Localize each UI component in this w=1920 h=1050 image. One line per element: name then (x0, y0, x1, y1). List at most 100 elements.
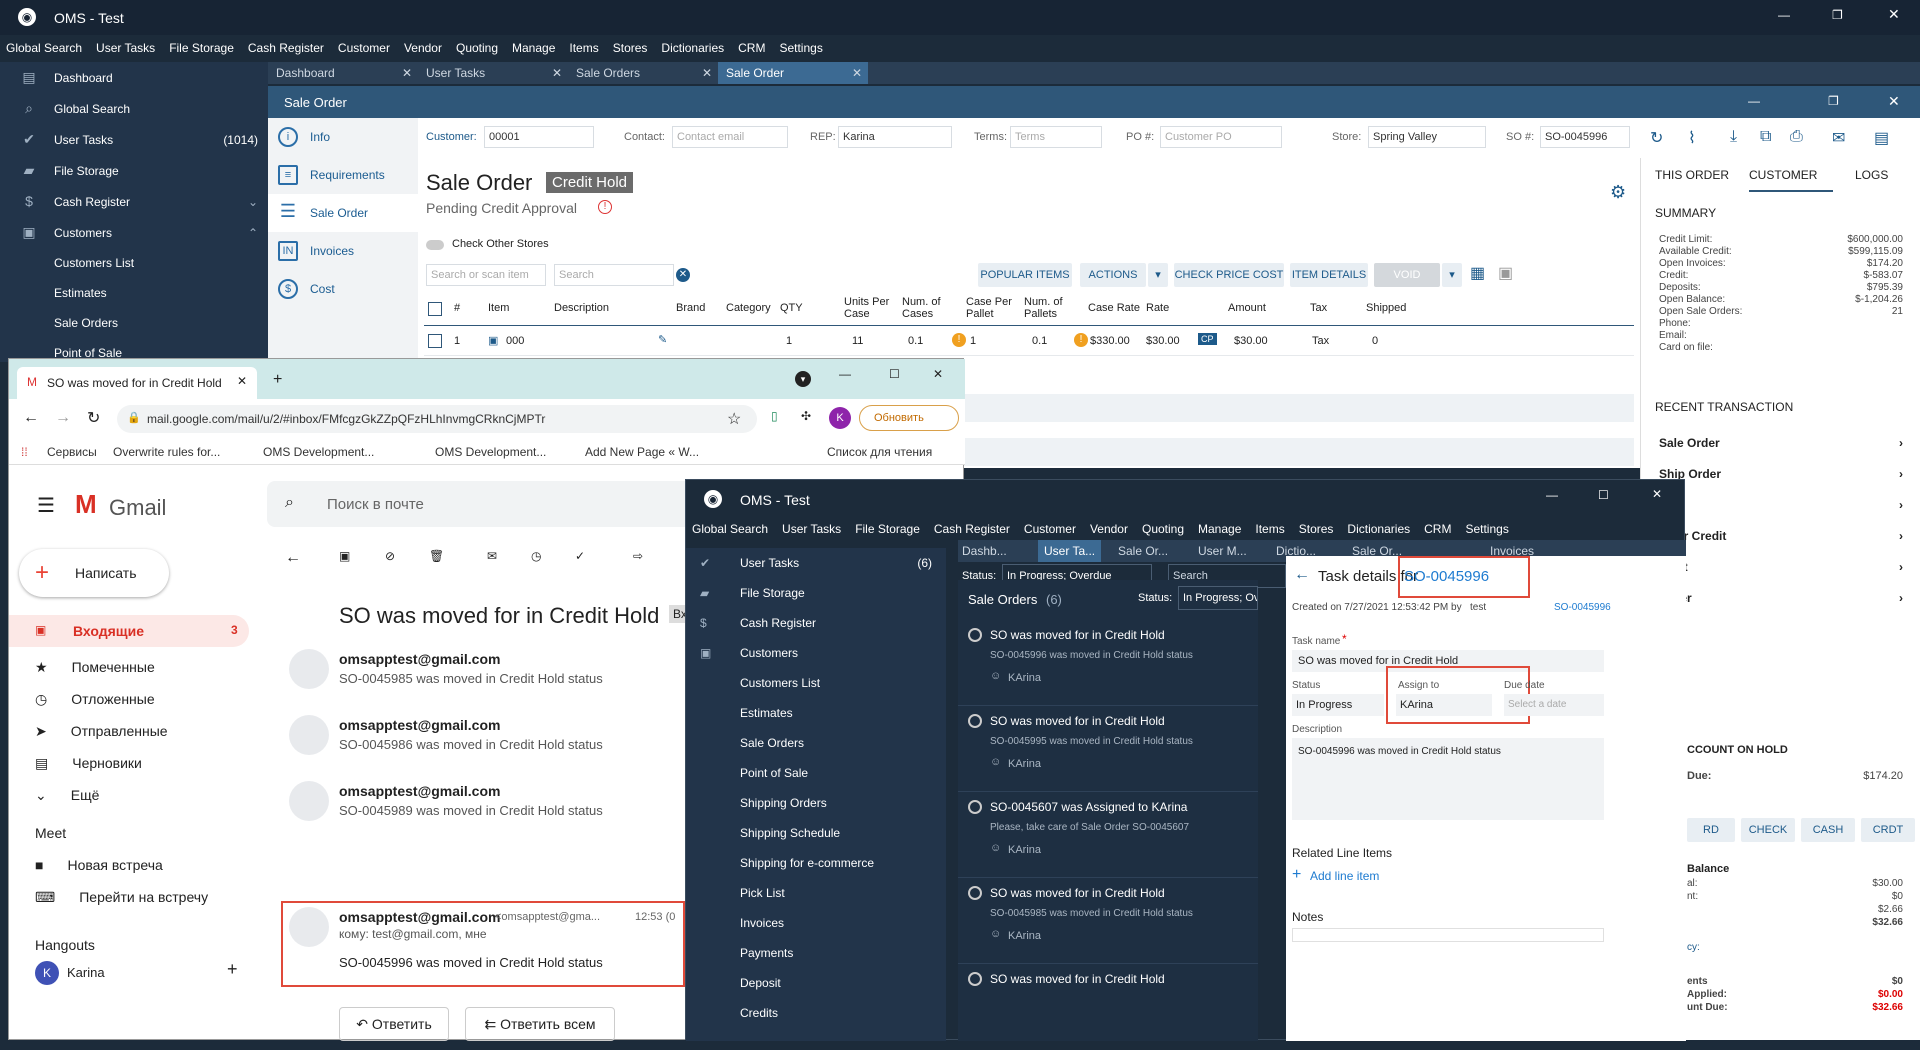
popular-items-button[interactable]: POPULAR ITEMS (978, 263, 1072, 287)
row-checkbox[interactable] (428, 334, 442, 348)
sidebar-item-user-tasks[interactable]: ✔ User Tasks (6) (686, 548, 946, 578)
menu-cash-register[interactable]: Cash Register (248, 41, 324, 55)
bookmark-star-icon[interactable]: ☆ (727, 409, 741, 429)
close-icon[interactable]: ✕ (702, 62, 712, 84)
task-complete-radio[interactable] (968, 972, 982, 986)
so-input[interactable]: SO-0045996 (1540, 126, 1630, 148)
menu-file-storage[interactable]: File Storage (169, 41, 234, 55)
menu-vendor[interactable]: Vendor (404, 41, 442, 55)
store-select[interactable]: Spring Valley (1368, 126, 1486, 148)
add-contact-icon[interactable]: + (227, 959, 238, 980)
menu-stores[interactable]: Stores (613, 41, 648, 55)
nav-sent[interactable]: ➤ Отправленные (35, 723, 168, 740)
close-icon[interactable]: ✕ (933, 367, 943, 381)
so-link[interactable]: SO-0045996 (1554, 602, 1611, 613)
task-item[interactable]: SO was moved for in Credit Hold SO-00459… (958, 620, 1258, 706)
tab-dashboard[interactable]: Dashb... (962, 544, 1007, 558)
menu-global-search[interactable]: Global Search (6, 41, 82, 55)
reply-button[interactable]: ↶ Ответить (339, 1007, 449, 1041)
rate[interactable]: $30.00 (1146, 335, 1180, 347)
close-icon[interactable]: ✕ (1888, 6, 1900, 23)
minimize-icon[interactable]: — (1778, 8, 1790, 22)
copy-icon[interactable]: ⧉ (1760, 128, 1771, 146)
task-item[interactable]: SO-0045607 was Assigned to KArina Please… (958, 792, 1258, 878)
pay-cash-button[interactable]: CASH (1801, 818, 1855, 842)
nav-cost[interactable]: $ Cost (268, 270, 418, 308)
reply-all-button[interactable]: ⇇ Ответить всем (465, 1007, 615, 1041)
bookmark-item[interactable]: OMS Development... (263, 445, 374, 459)
back-icon[interactable]: ← (1294, 566, 1310, 584)
bookmark-item[interactable]: Add New Page « W... (585, 445, 699, 459)
browser-tab[interactable]: M SO was moved for in Credit Hold ✕ (17, 367, 257, 399)
item-details-button[interactable]: ITEM DETAILS (1290, 263, 1368, 287)
rep-select[interactable]: Karina (838, 126, 952, 148)
delete-icon[interactable]: 🗑 (429, 549, 444, 563)
sidebar-sub-item[interactable]: Credits (686, 998, 946, 1028)
email-icon[interactable]: ✉ (1832, 128, 1845, 148)
menu-dictionaries[interactable]: Dictionaries (661, 41, 724, 55)
meet-new[interactable]: ■ Новая встреча (35, 857, 163, 873)
sidebar-sub-item[interactable]: Shipping Schedule (686, 818, 946, 848)
tab-user-tasks[interactable]: User Tasks ✕ (418, 62, 568, 84)
task-item[interactable]: SO was moved for in Credit Hold (958, 964, 1258, 1050)
sidebar-sub-item[interactable]: Pick List (686, 878, 946, 908)
tab-dashboard[interactable]: Dashboard ✕ (268, 62, 418, 84)
mark-unread-icon[interactable]: ✉ (487, 549, 497, 563)
snooze-icon[interactable]: ◷ (531, 549, 541, 563)
nav-requirements[interactable]: ≡ Requirements (268, 156, 418, 194)
nav-starred[interactable]: ★ Помеченные (35, 659, 155, 676)
menu-quoting[interactable]: Quoting (1142, 522, 1184, 536)
sidebar-item-customers[interactable]: ▣ Customers (686, 638, 946, 668)
hamburger-menu-icon[interactable]: ☰ (37, 493, 55, 518)
tab-logs[interactable]: LOGS (1855, 168, 1888, 182)
tab-this-order[interactable]: THIS ORDER (1655, 168, 1729, 182)
sidebar-item-cash-register[interactable]: $ Cash Register (686, 608, 946, 638)
mail-search-input[interactable]: Поиск в почте (327, 496, 424, 513)
menu-user-tasks[interactable]: User Tasks (782, 522, 841, 536)
close-icon[interactable]: ✕ (1652, 487, 1662, 501)
recipients[interactable]: кому: test@gmail.com, мне (339, 927, 487, 941)
actions-dropdown-icon[interactable]: ▾ (1148, 263, 1168, 287)
list-view-icon[interactable]: ▣ (1498, 263, 1513, 283)
menu-manage[interactable]: Manage (1198, 522, 1241, 536)
table-row[interactable]: 1 ▣ 000 ✎ 1 11 0.1 ! 1 0.1 ! $330.00 $30… (424, 328, 1634, 356)
void-dropdown-icon[interactable]: ▾ (1442, 263, 1462, 287)
menu-file-storage[interactable]: File Storage (855, 522, 920, 536)
menu-quoting[interactable]: Quoting (456, 41, 498, 55)
nav-sale-order[interactable]: ☰ Sale Order (268, 194, 418, 232)
task-complete-radio[interactable] (968, 800, 982, 814)
avatar[interactable]: K (35, 961, 59, 985)
sidebar-item-customers[interactable]: ▣ Customers ⌃ (0, 217, 268, 248)
po-input[interactable]: Customer PO (1160, 126, 1282, 148)
tab-user-management[interactable]: User M... (1198, 544, 1247, 558)
recent-sale-order-link[interactable]: Sale Order › (1659, 436, 1903, 450)
sidebar-sub-item[interactable]: Sale Orders (686, 728, 946, 758)
nav-drafts[interactable]: ▤ Черновики (35, 755, 142, 772)
maximize-icon[interactable]: ☐ (889, 367, 900, 381)
menu-crm[interactable]: CRM (1424, 522, 1451, 536)
menu-crm[interactable]: CRM (738, 41, 765, 55)
grid-view-icon[interactable]: ▦ (1470, 263, 1485, 283)
sidebar-item-cash-register[interactable]: $ Cash Register ⌄ (0, 186, 268, 217)
attachment-icon[interactable]: ⌇ (1688, 128, 1696, 148)
profile-avatar[interactable]: K (829, 407, 851, 429)
tab-sale-orders[interactable]: Sale Orders ✕ (568, 62, 718, 84)
recent-ship-order-link[interactable]: Ship Order › (1659, 467, 1903, 481)
edit-pencil-icon[interactable]: ✎ (658, 333, 667, 346)
menu-vendor[interactable]: Vendor (1090, 522, 1128, 536)
menu-stores[interactable]: Stores (1299, 522, 1334, 536)
archive-icon[interactable]: ▣ (339, 549, 350, 563)
item-search-input[interactable]: Search (554, 264, 674, 286)
sidebar-sub-item[interactable]: Point of Sale (686, 758, 946, 788)
status-filter-select[interactable]: In Progress; Ov (1178, 586, 1258, 610)
nav-snoozed[interactable]: ◷ Отложенные (35, 691, 155, 708)
reading-list[interactable]: Список для чтения (827, 445, 932, 459)
cp-badge[interactable]: CP (1198, 333, 1217, 345)
pay-card-button[interactable]: RD (1687, 818, 1735, 842)
add-line-item-button[interactable]: Add line item (1310, 869, 1379, 883)
sidebar-item-global-search[interactable]: ⌕ Global Search (0, 93, 268, 124)
minimize-icon[interactable]: — (1748, 94, 1760, 108)
move-to-icon[interactable]: ⇨ (633, 549, 643, 563)
download-icon[interactable]: ⤓ (1730, 128, 1737, 146)
extensions-icon[interactable]: ✣ (801, 409, 811, 423)
